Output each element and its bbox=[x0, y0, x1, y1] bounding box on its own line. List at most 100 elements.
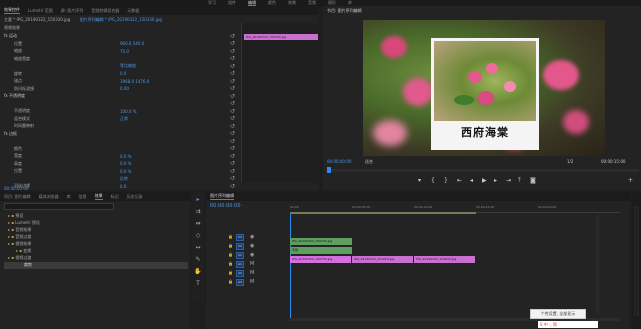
reset-icon[interactable]: ↺ bbox=[230, 48, 235, 55]
reset-icon[interactable]: ↺ bbox=[230, 115, 235, 122]
reset-icon[interactable]: ↺ bbox=[230, 78, 235, 85]
reset-icon[interactable]: ↺ bbox=[230, 160, 235, 167]
project-tab[interactable]: 信息 bbox=[79, 194, 87, 200]
property-value[interactable]: 0.0 % bbox=[120, 154, 131, 159]
tree-item[interactable]: ▸ ▪ 变换 bbox=[16, 248, 31, 254]
property-value[interactable]: 0.0 % bbox=[120, 161, 131, 166]
lock-icon[interactable]: 🔒 bbox=[228, 234, 233, 239]
timeline-vscroll[interactable] bbox=[596, 214, 599, 314]
reset-icon[interactable]: ↺ bbox=[230, 108, 235, 115]
pen-tool-icon[interactable]: ✎ bbox=[194, 256, 202, 264]
reset-icon[interactable]: ↺ bbox=[230, 153, 235, 160]
lock-icon[interactable]: 🔒 bbox=[228, 270, 233, 275]
timeline-tab[interactable]: 图片序列编辑 bbox=[210, 193, 234, 200]
property-value[interactable]: 75.0 bbox=[120, 49, 129, 54]
effect-controls-tab[interactable]: 音频剪辑混合器 bbox=[91, 8, 119, 14]
reset-icon[interactable]: ↺ bbox=[230, 100, 235, 107]
property-value[interactable]: 0.0 % bbox=[120, 169, 131, 174]
reset-icon[interactable]: ↺ bbox=[230, 85, 235, 92]
go-to-in-icon[interactable]: ⇤ bbox=[457, 177, 462, 184]
export-frame-icon[interactable]: ◙ bbox=[530, 177, 536, 184]
fit-dropdown[interactable]: 适合 bbox=[365, 159, 373, 165]
reset-icon[interactable]: ↺ bbox=[230, 63, 235, 70]
play-icon[interactable]: ▶ bbox=[482, 177, 487, 184]
step-back-icon[interactable]: ◂ bbox=[470, 177, 473, 184]
ripple-edit-tool-icon[interactable]: ⇹ bbox=[194, 220, 202, 228]
add-button-icon[interactable]: + bbox=[628, 177, 633, 184]
reset-icon[interactable]: ↺ bbox=[230, 168, 235, 175]
property-value[interactable]: 反转 bbox=[120, 176, 128, 182]
property-value[interactable]: 0.00 bbox=[120, 86, 129, 91]
clip-v2-title[interactable]: 字幕 bbox=[290, 247, 352, 254]
effect-controls-tab[interactable]: 效果控件 bbox=[4, 7, 20, 14]
mute-icon[interactable]: M bbox=[250, 261, 254, 267]
lock-icon[interactable]: 🔒 bbox=[228, 243, 233, 248]
tree-item[interactable]: ▸ ▪ 预设 bbox=[8, 213, 23, 219]
project-tab[interactable]: 标记 bbox=[111, 194, 119, 200]
property-value[interactable]: 1968.0 1476.0 bbox=[120, 79, 149, 84]
eye-icon[interactable]: ◉ bbox=[250, 234, 254, 240]
go-to-out-icon[interactable]: ⇥ bbox=[506, 177, 511, 184]
quality-dropdown[interactable]: 1/2 bbox=[567, 159, 573, 164]
tree-item[interactable]: ▸ ▪ 音频效果 bbox=[8, 227, 31, 233]
mute-icon[interactable]: M bbox=[250, 279, 254, 285]
property-value[interactable]: 0.0 bbox=[120, 184, 126, 189]
reset-icon[interactable]: ↺ bbox=[230, 70, 235, 77]
lock-icon[interactable]: 🔒 bbox=[228, 252, 233, 257]
clip-v1[interactable]: IPG_20190322_150330.jpg bbox=[290, 256, 351, 263]
marker-icon[interactable]: ▾ bbox=[418, 177, 421, 184]
project-tab[interactable]: 库 bbox=[67, 194, 71, 200]
work-area-bar[interactable] bbox=[290, 212, 476, 214]
property-value[interactable]: 正常 bbox=[120, 116, 128, 122]
project-tab[interactable]: 媒体浏览器 bbox=[39, 194, 59, 200]
effect-controls-tab[interactable]: Lumetri 范围 bbox=[28, 8, 53, 14]
property-value[interactable]: 0.0 bbox=[120, 71, 126, 76]
property-value[interactable]: 等比缩放 bbox=[120, 63, 136, 69]
playhead-marker[interactable] bbox=[327, 167, 331, 173]
tree-item[interactable]: ▸ ▪ 视频过渡 bbox=[8, 255, 31, 261]
lift-icon[interactable]: ⤒ bbox=[518, 177, 521, 185]
tree-item[interactable]: ▸ ▪ Lumetri 预设 bbox=[8, 220, 40, 226]
track-select-tool-icon[interactable]: ⇉ bbox=[194, 208, 202, 216]
tree-item[interactable]: ▸ ▪ 视频效果 bbox=[8, 241, 31, 247]
notification-popup[interactable]: 个性设置, 全部显示 bbox=[530, 309, 586, 319]
type-tool-icon[interactable]: T bbox=[194, 280, 202, 288]
mute-icon[interactable]: M bbox=[250, 270, 254, 276]
reset-icon[interactable]: ↺ bbox=[230, 55, 235, 62]
property-value[interactable]: 100.0 % bbox=[120, 109, 137, 114]
effect-controls-tab[interactable]: 元数据 bbox=[127, 8, 139, 14]
clip-v1[interactable]: IPG_20190322_151016.jpg bbox=[352, 256, 413, 263]
selection-tool-icon[interactable]: ▸ bbox=[194, 196, 202, 204]
timeline-playhead[interactable] bbox=[290, 212, 291, 318]
reset-icon[interactable]: ↺ bbox=[230, 40, 235, 47]
reset-icon[interactable]: ↺ bbox=[230, 145, 235, 152]
search-input[interactable] bbox=[4, 203, 114, 210]
tree-item-selected[interactable]: 裁剪 bbox=[4, 262, 188, 269]
ime-toolbar[interactable]: S 中 ·, 简 bbox=[538, 321, 598, 328]
clip-v1[interactable]: IPG_20190322_154643.jpg bbox=[414, 256, 475, 263]
in-point-icon[interactable]: { bbox=[431, 177, 435, 184]
reset-icon[interactable]: ↺ bbox=[230, 130, 235, 137]
program-scrubber[interactable] bbox=[327, 169, 639, 172]
reset-icon[interactable]: ↺ bbox=[230, 183, 235, 190]
clip-v3[interactable]: IPG_20190322_150330.jpg bbox=[290, 238, 352, 245]
sequence-link[interactable]: 图片序列编辑 * IPG_20190322_150330.jpg bbox=[80, 17, 162, 22]
effect-property-row[interactable]: 羽化边缘 0.0 ↺ bbox=[0, 182, 241, 190]
reset-icon[interactable]: ↺ bbox=[230, 93, 235, 100]
out-point-icon[interactable]: } bbox=[444, 177, 448, 184]
eye-icon[interactable]: ◉ bbox=[250, 243, 254, 249]
reset-icon[interactable]: ↺ bbox=[230, 123, 235, 130]
property-value[interactable]: 960.0 540.0 bbox=[120, 41, 144, 46]
reset-icon[interactable]: ↺ bbox=[230, 33, 235, 40]
project-tab[interactable]: 项目: 图片编辑 bbox=[4, 194, 31, 200]
lock-icon[interactable]: 🔒 bbox=[228, 279, 233, 284]
effect-controls-tab[interactable]: 源: 图片序列 bbox=[61, 8, 84, 14]
project-tab[interactable]: 效果 bbox=[94, 193, 103, 200]
hand-tool-icon[interactable]: ✋ bbox=[194, 268, 202, 276]
razor-tool-icon[interactable]: ◇ bbox=[194, 232, 202, 240]
tree-item[interactable]: ▸ ▪ 音频过渡 bbox=[8, 234, 31, 240]
eye-icon[interactable]: ◉ bbox=[250, 252, 254, 258]
slip-tool-icon[interactable]: ↔ bbox=[194, 244, 202, 252]
reset-icon[interactable]: ↺ bbox=[230, 175, 235, 182]
lock-icon[interactable]: 🔒 bbox=[228, 261, 233, 266]
